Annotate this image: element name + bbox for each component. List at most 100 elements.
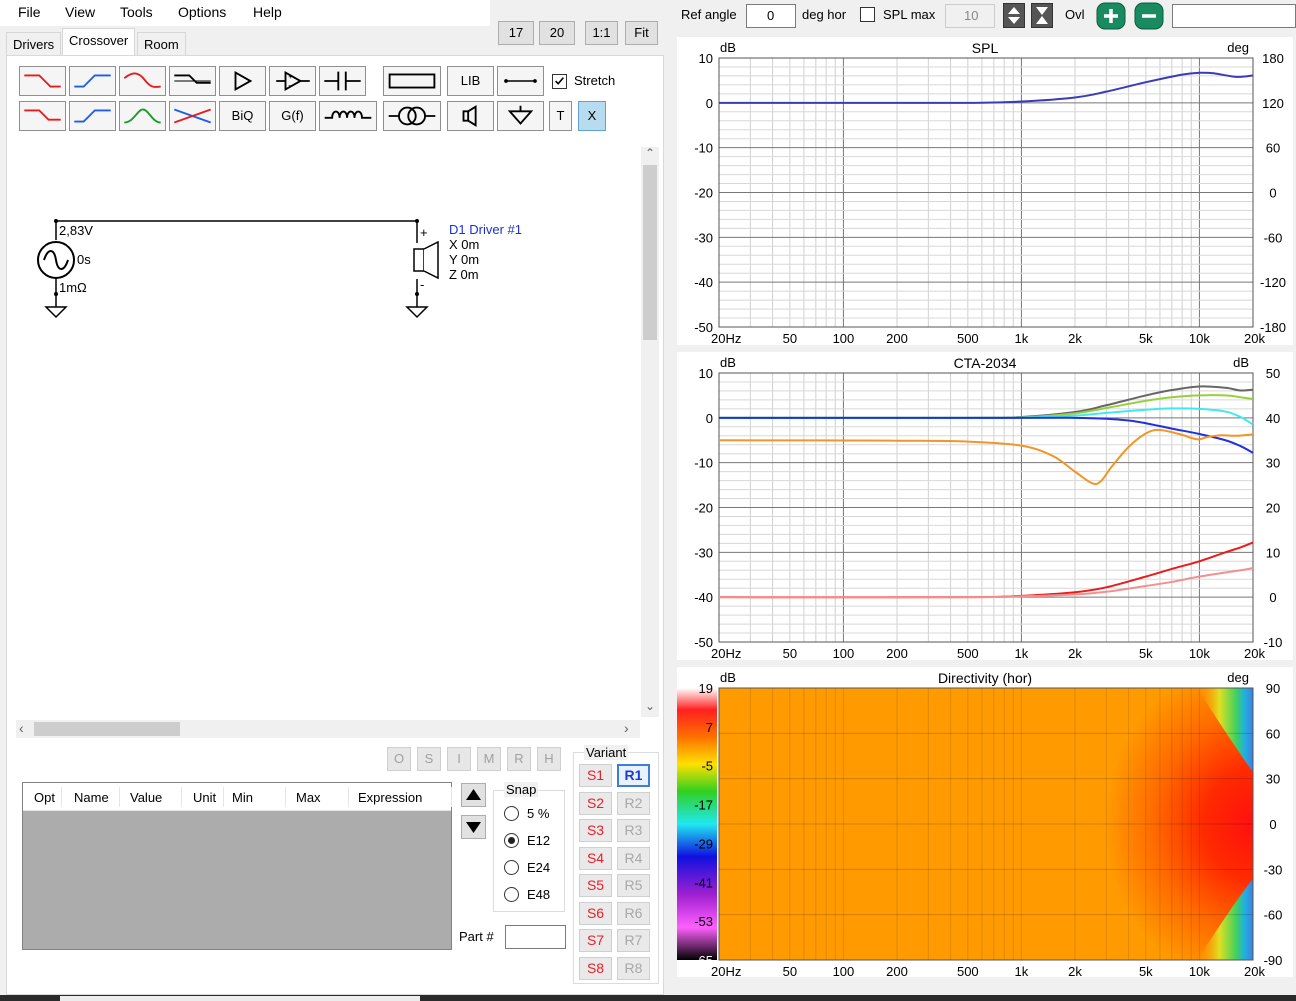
variant-r8-button[interactable]: R8	[617, 956, 650, 980]
speaker-button[interactable]	[447, 101, 494, 131]
lowpass-step-button[interactable]	[19, 101, 66, 131]
col-expression[interactable]: Expression	[358, 790, 422, 805]
variant-r5-button[interactable]: R5	[617, 874, 650, 897]
driver-speaker-icon[interactable]	[412, 241, 442, 281]
variant-r3-button[interactable]: R3	[617, 819, 650, 842]
spl-graph-panel[interactable]: SPL dB deg 10 0 -10 -20 -30 -40 -50 180 120 60 0 -60 -1…	[677, 37, 1293, 346]
variant-r7-button[interactable]: R7	[617, 929, 650, 952]
snap-e12-radio[interactable]	[504, 833, 519, 848]
y-tick: -20	[694, 501, 713, 516]
zoom-17-button[interactable]: 17	[498, 21, 534, 45]
transformer-button[interactable]	[383, 101, 441, 131]
tab-crossover[interactable]: Crossover	[62, 28, 136, 55]
x-button[interactable]: X	[578, 101, 606, 131]
directivity-graph-panel[interactable]: Directivity (hor) dB deg 19 7 -5 -17 -29 -41 -53 -…	[677, 667, 1293, 979]
parameter-table[interactable]: Opt Name Value Unit Min Max Expression	[22, 782, 452, 950]
spin-updown-button[interactable]	[1003, 3, 1025, 28]
spl-max-input[interactable]: 10	[945, 4, 995, 28]
scroll-down-icon[interactable]: ⌄	[645, 699, 655, 713]
scroll-left-icon[interactable]: ‹	[19, 720, 24, 736]
move-down-button[interactable]	[461, 815, 486, 839]
param-o-button[interactable]: O	[387, 747, 411, 771]
ground-button[interactable]	[497, 101, 544, 131]
schematic-vertical-scrollbar[interactable]: ⌃ ⌄	[641, 146, 659, 717]
zoom-20-button[interactable]: 20	[539, 21, 575, 45]
buffer-button[interactable]	[219, 66, 266, 96]
tab-drivers[interactable]: Drivers	[6, 32, 62, 55]
horizontal-scroll-thumb[interactable]	[34, 722, 180, 736]
param-r-button[interactable]: R	[507, 747, 531, 771]
variant-s1-button[interactable]: S1	[579, 764, 612, 787]
scroll-up-icon[interactable]: ⌃	[645, 146, 655, 160]
move-up-button[interactable]	[461, 783, 486, 807]
param-s-button[interactable]: S	[417, 747, 441, 771]
ref-angle-input[interactable]: 0	[746, 4, 796, 28]
menu-view[interactable]: View	[65, 4, 95, 20]
notch-button[interactable]	[169, 101, 216, 131]
spl-max-checkbox[interactable]	[860, 7, 875, 22]
zoom-in-button[interactable]	[1096, 2, 1126, 30]
lowpass-red-button[interactable]	[19, 66, 66, 96]
zoom-fit-button[interactable]: Fit	[625, 21, 658, 45]
spin-reset-button[interactable]	[1031, 3, 1053, 28]
t-button[interactable]: T	[549, 101, 572, 131]
wire-button[interactable]	[497, 66, 544, 96]
driver-name[interactable]: D1 Driver #1	[449, 222, 522, 237]
variant-s2-button[interactable]: S2	[579, 791, 612, 815]
vertical-scroll-thumb[interactable]	[643, 165, 657, 340]
variant-r6-button[interactable]: R6	[617, 901, 650, 925]
lib-button[interactable]: LIB	[447, 66, 494, 96]
part-number-input[interactable]	[505, 925, 566, 949]
col-max[interactable]: Max	[296, 790, 321, 805]
voltage-source-icon[interactable]	[36, 240, 76, 280]
right-unit: deg	[1227, 670, 1249, 685]
schematic-canvas[interactable]: 2,83V 0s 1mΩ + - D1 Driver #1 X 0m Y 0m …	[16, 147, 640, 717]
menu-options[interactable]: Options	[178, 4, 226, 20]
menu-help[interactable]: Help	[253, 4, 282, 20]
param-h-button[interactable]: H	[537, 747, 561, 771]
biquad-button[interactable]: BiQ	[219, 101, 266, 131]
col-name[interactable]: Name	[74, 790, 109, 805]
col-opt[interactable]: Opt	[34, 790, 55, 805]
snap-e24-radio[interactable]	[504, 860, 519, 875]
gf-button[interactable]: G(f)	[269, 101, 316, 131]
variant-s6-button[interactable]: S6	[579, 901, 612, 925]
col-min[interactable]: Min	[232, 790, 253, 805]
param-i-button[interactable]: I	[447, 747, 471, 771]
highpass-blue-button[interactable]	[69, 66, 116, 96]
snap-5pct-radio[interactable]	[504, 806, 519, 821]
resistor-button[interactable]	[383, 66, 441, 96]
col-value[interactable]: Value	[130, 790, 162, 805]
menu-tools[interactable]: Tools	[120, 4, 153, 20]
variant-s7-button[interactable]: S7	[579, 929, 612, 952]
lowpass-curve-button[interactable]	[119, 66, 166, 96]
opamp-button[interactable]: + -	[269, 66, 316, 96]
param-m-button[interactable]: M	[477, 747, 501, 771]
col-unit[interactable]: Unit	[193, 790, 216, 805]
variant-r4-button[interactable]: R4	[617, 846, 650, 870]
shelf-filter-button[interactable]	[169, 66, 216, 96]
variant-s3-button[interactable]: S3	[579, 819, 612, 842]
cta-graph-panel[interactable]: CTA-2034 dB dB 10 0 -10 -20 -30 -40 -50 50 40 30 20 10…	[677, 352, 1293, 661]
snap-e48-radio[interactable]	[504, 887, 519, 902]
variant-r1-button[interactable]: R1	[617, 764, 650, 787]
highpass-step-button[interactable]	[69, 101, 116, 131]
inductor-button[interactable]	[319, 101, 377, 131]
scroll-right-icon[interactable]: ›	[624, 720, 629, 736]
stretch-checkbox[interactable]	[552, 74, 567, 89]
zoom-1to1-button[interactable]: 1:1	[585, 21, 618, 45]
menu-file[interactable]: File	[18, 4, 41, 20]
zoom-out-button[interactable]	[1134, 2, 1164, 30]
schematic-horizontal-scrollbar[interactable]: ‹ ›	[16, 720, 640, 738]
variant-r2-button[interactable]: R2	[617, 791, 650, 815]
y2-tick: -10	[1264, 635, 1283, 650]
variant-s4-button[interactable]: S4	[579, 846, 612, 870]
variant-s5-button[interactable]: S5	[579, 874, 612, 897]
capacitor-button[interactable]	[319, 66, 366, 96]
snap-e24-label: E24	[527, 860, 551, 875]
overlay-input[interactable]	[1172, 4, 1296, 28]
tab-room[interactable]: Room	[137, 32, 186, 55]
snap-5pct-label: 5 %	[527, 806, 550, 821]
bandpass-button[interactable]	[119, 101, 166, 131]
variant-s8-button[interactable]: S8	[579, 956, 612, 980]
